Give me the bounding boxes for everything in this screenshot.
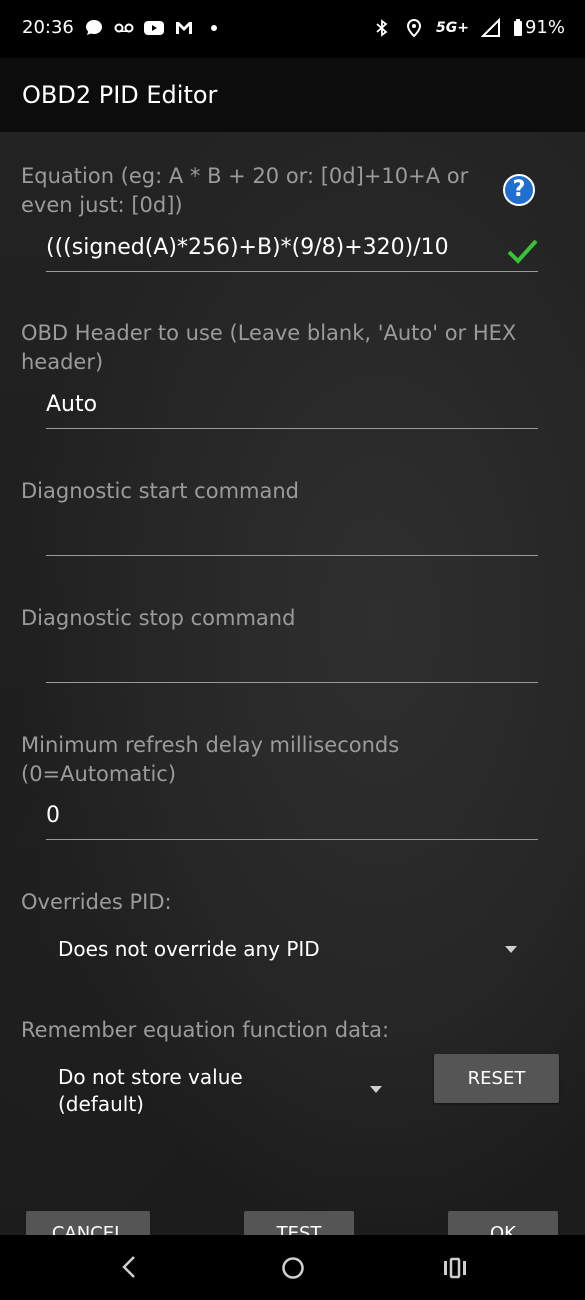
- remember-select[interactable]: Do not store value (default): [40, 1062, 390, 1120]
- signal-icon: [480, 17, 500, 37]
- overrides-label: Overrides PID:: [21, 890, 172, 914]
- network-label: 5G+: [436, 19, 469, 36]
- back-icon[interactable]: [119, 1255, 139, 1279]
- diag-stop-input[interactable]: [46, 642, 538, 683]
- location-icon: [407, 18, 422, 37]
- equation-input[interactable]: (((signed(A)*256)+B)*(9/8)+320)/10: [46, 231, 538, 272]
- home-icon[interactable]: [281, 1256, 305, 1280]
- voicemail-icon: [114, 23, 134, 33]
- page-title: OBD2 PID Editor: [22, 81, 218, 109]
- gmail-icon: [176, 22, 192, 34]
- header-label: OBD Header to use (Leave blank, 'Auto' o…: [21, 321, 517, 374]
- remember-selected: Do not store value (default): [58, 1065, 243, 1116]
- header-input[interactable]: Auto: [46, 388, 538, 429]
- diag-stop-label: Diagnostic stop command: [21, 606, 296, 630]
- chat-icon: [86, 20, 102, 35]
- header-value: Auto: [46, 392, 98, 417]
- chevron-down-icon: [370, 1086, 382, 1093]
- refresh-label: Minimum refresh delay milliseconds (0=Au…: [21, 733, 400, 786]
- recents-icon[interactable]: [443, 1256, 467, 1280]
- dot-icon: [211, 25, 217, 31]
- status-time: 20:36: [22, 17, 74, 38]
- status-bar: 20:36 5G+ 91%: [0, 0, 585, 58]
- overrides-selected: Does not override any PID: [58, 937, 320, 961]
- refresh-value: 0: [46, 803, 60, 828]
- battery-icon: [513, 18, 522, 36]
- equation-value: (((signed(A)*256)+B)*(9/8)+320)/10: [46, 235, 449, 260]
- valid-check-icon: [507, 239, 538, 264]
- bluetooth-icon: [376, 18, 388, 37]
- battery-level: 91%: [524, 17, 565, 38]
- refresh-input[interactable]: 0: [46, 799, 538, 840]
- diag-start-input[interactable]: [46, 515, 538, 556]
- equation-label: Equation (eg: A * B + 20 or: [0d]+10+A o…: [21, 164, 469, 217]
- help-icon[interactable]: ?: [503, 174, 535, 206]
- remember-label: Remember equation function data:: [21, 1018, 390, 1042]
- diag-start-label: Diagnostic start command: [21, 479, 299, 503]
- app-bar: OBD2 PID Editor: [0, 58, 585, 132]
- navigation-bar: [0, 1235, 585, 1300]
- reset-button[interactable]: RESET: [434, 1054, 559, 1103]
- overrides-select[interactable]: Does not override any PID: [40, 928, 540, 972]
- chevron-down-icon: [505, 946, 517, 953]
- youtube-icon: [144, 21, 164, 35]
